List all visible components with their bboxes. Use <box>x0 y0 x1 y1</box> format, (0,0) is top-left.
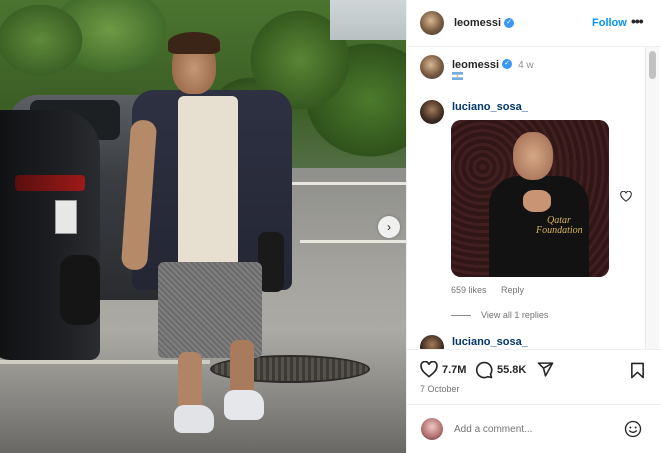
post-header: leomessi ✓ Follow ••• <box>407 0 661 47</box>
person-figure <box>120 30 300 450</box>
view-replies-label: View all 1 replies <box>481 310 549 320</box>
gif-face <box>513 132 553 180</box>
current-user-avatar <box>421 418 443 440</box>
comment-input[interactable] <box>454 423 604 435</box>
commenter-username[interactable]: luciano_sosa_ <box>452 336 528 349</box>
license-plate <box>55 200 77 234</box>
add-comment-bar <box>407 404 661 453</box>
reply-button[interactable]: Reply <box>501 285 524 295</box>
scrollbar-track[interactable] <box>645 47 659 349</box>
shirt <box>178 96 238 274</box>
like-count: 7.7M <box>442 363 467 376</box>
gif-hand <box>523 190 551 212</box>
author-avatar[interactable] <box>420 11 444 35</box>
caption-time[interactable]: 4 w <box>518 60 534 71</box>
heart-icon <box>420 361 438 378</box>
divider-line <box>451 314 471 316</box>
follow-button[interactable]: Follow <box>592 17 627 29</box>
car-taillight <box>15 175 85 191</box>
leg <box>178 352 202 412</box>
comment-meta: 659 likes Reply <box>451 285 536 295</box>
more-icon[interactable]: ••• <box>631 13 644 29</box>
comment-likes[interactable]: 659 likes <box>451 285 487 295</box>
photo-building <box>330 0 406 40</box>
emoji-icon[interactable] <box>624 420 642 438</box>
gif-jersey-text: Qatar Foundation <box>536 215 583 236</box>
comment-item: luciano_sosa_ <box>420 335 528 349</box>
post-side-panel: leomessi ✓ Follow ••• leomessi ✓ 4 w luc… <box>406 0 661 453</box>
argentina-flag-icon <box>452 72 463 82</box>
hair <box>168 32 220 54</box>
action-bar: 7.7M 55.8K 7 October <box>407 349 661 404</box>
comment-icon <box>475 361 493 379</box>
sneaker <box>174 405 214 433</box>
comment-count: 55.8K <box>497 364 527 376</box>
post-caption: leomessi ✓ 4 w <box>420 55 534 79</box>
chevron-right-icon: › <box>387 220 391 234</box>
next-photo-button[interactable]: › <box>378 216 400 238</box>
parking-stripe <box>300 240 406 243</box>
author-username[interactable]: leomessi <box>454 17 501 29</box>
view-replies-button[interactable]: View all 1 replies <box>451 310 548 320</box>
scrollbar-thumb[interactable] <box>649 51 656 79</box>
share-icon <box>537 362 554 377</box>
comment-gif[interactable]: Qatar Foundation <box>451 120 609 277</box>
comments-list[interactable]: leomessi ✓ 4 w luciano_sosa_ Qatar Found… <box>407 47 661 349</box>
post-photo[interactable]: › <box>0 0 406 453</box>
author-avatar[interactable] <box>420 55 444 79</box>
commenter-avatar[interactable] <box>420 100 444 124</box>
car-wheel <box>60 255 100 325</box>
verified-badge-icon: ✓ <box>504 18 515 28</box>
like-action[interactable]: 7.7M <box>420 361 466 378</box>
commenter-avatar[interactable] <box>420 335 444 349</box>
instagram-post-view: › leomessi ✓ Follow ••• leomessi ✓ 4 w l… <box>0 0 661 453</box>
bookmark-icon[interactable] <box>630 362 645 384</box>
comment-action[interactable]: 55.8K <box>475 361 526 379</box>
caption-username[interactable]: leomessi <box>452 59 499 71</box>
post-date[interactable]: 7 October <box>420 384 460 394</box>
sneaker <box>224 390 264 420</box>
verified-badge-icon: ✓ <box>502 59 513 69</box>
comment-like-heart-icon[interactable] <box>620 190 632 205</box>
share-action[interactable] <box>537 361 558 378</box>
